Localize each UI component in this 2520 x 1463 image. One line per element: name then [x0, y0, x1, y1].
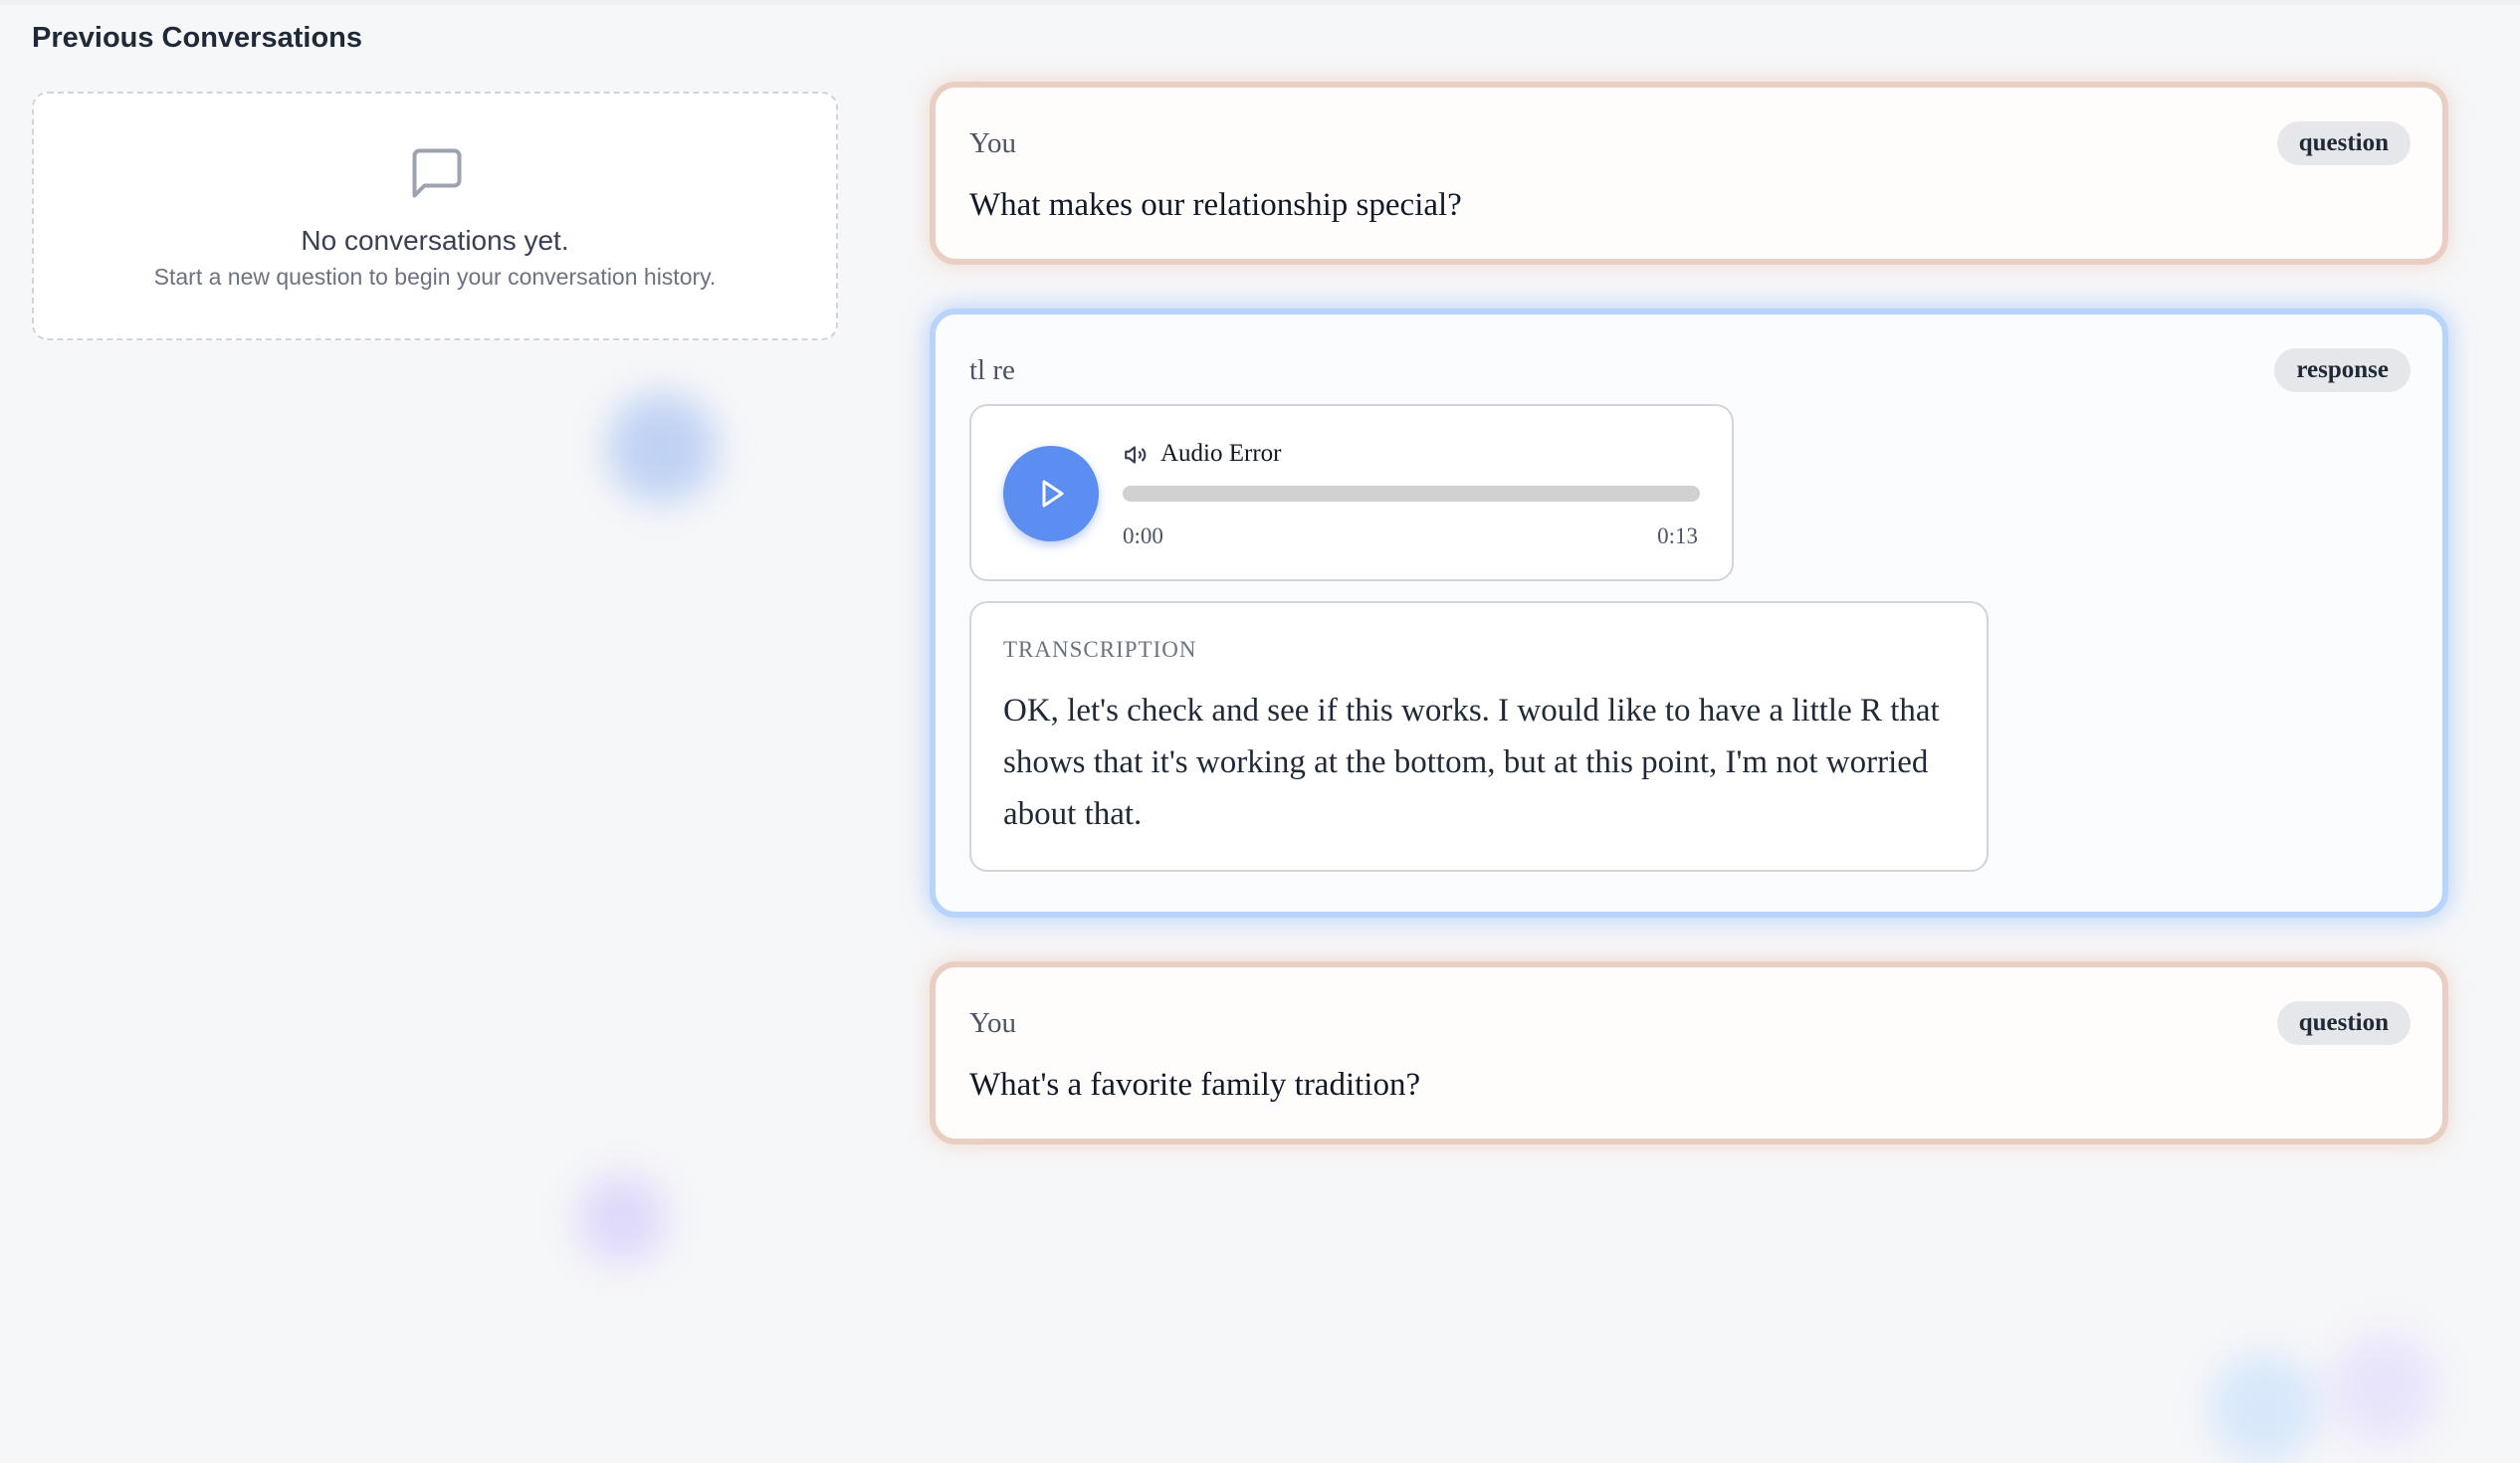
audio-progress-bar[interactable]	[1123, 486, 1700, 502]
message-type-badge: question	[2276, 121, 2411, 165]
conversation-sidebar: Previous Conversations No conversations …	[0, 0, 866, 1407]
sidebar-title: Previous Conversations	[32, 22, 362, 54]
empty-state-subtitle: Start a new question to begin your conve…	[153, 264, 717, 290]
question-text: What makes our relationship special?	[969, 187, 1462, 223]
decorative-blob	[2209, 1354, 2319, 1463]
message-author: tl re	[969, 354, 1015, 386]
question-card: You question What makes our relationship…	[930, 82, 2448, 265]
audio-status: Audio Error	[1160, 440, 1282, 467]
message-type-badge: response	[2274, 348, 2411, 392]
decorative-blob	[2329, 1334, 2438, 1443]
audio-duration: 0:13	[1657, 523, 1698, 548]
empty-state-title: No conversations yet.	[301, 225, 569, 256]
play-icon	[1042, 480, 1064, 508]
volume-icon	[1125, 446, 1147, 464]
play-button[interactable]	[1003, 446, 1099, 541]
transcription-text: OK, let's check and see if this works. I…	[1003, 693, 1940, 832]
message-square-icon	[412, 148, 462, 198]
question-card: You question What's a favorite family tr…	[930, 961, 2448, 1145]
response-card: tl re response Audio Error 0:00 0:13 TRA…	[930, 309, 2448, 918]
audio-player: Audio Error 0:00 0:13	[969, 404, 1734, 581]
message-author: You	[969, 127, 1017, 159]
question-text: What's a favorite family tradition?	[969, 1067, 1421, 1103]
message-author: You	[969, 1007, 1017, 1039]
transcription-label: TRANSCRIPTION	[1003, 637, 1197, 662]
transcription-panel: TRANSCRIPTION OK, let's check and see if…	[969, 601, 1989, 872]
empty-conversations-card: No conversations yet. Start a new questi…	[32, 92, 838, 340]
audio-current-time: 0:00	[1123, 523, 1163, 548]
message-type-badge: question	[2276, 1001, 2411, 1045]
